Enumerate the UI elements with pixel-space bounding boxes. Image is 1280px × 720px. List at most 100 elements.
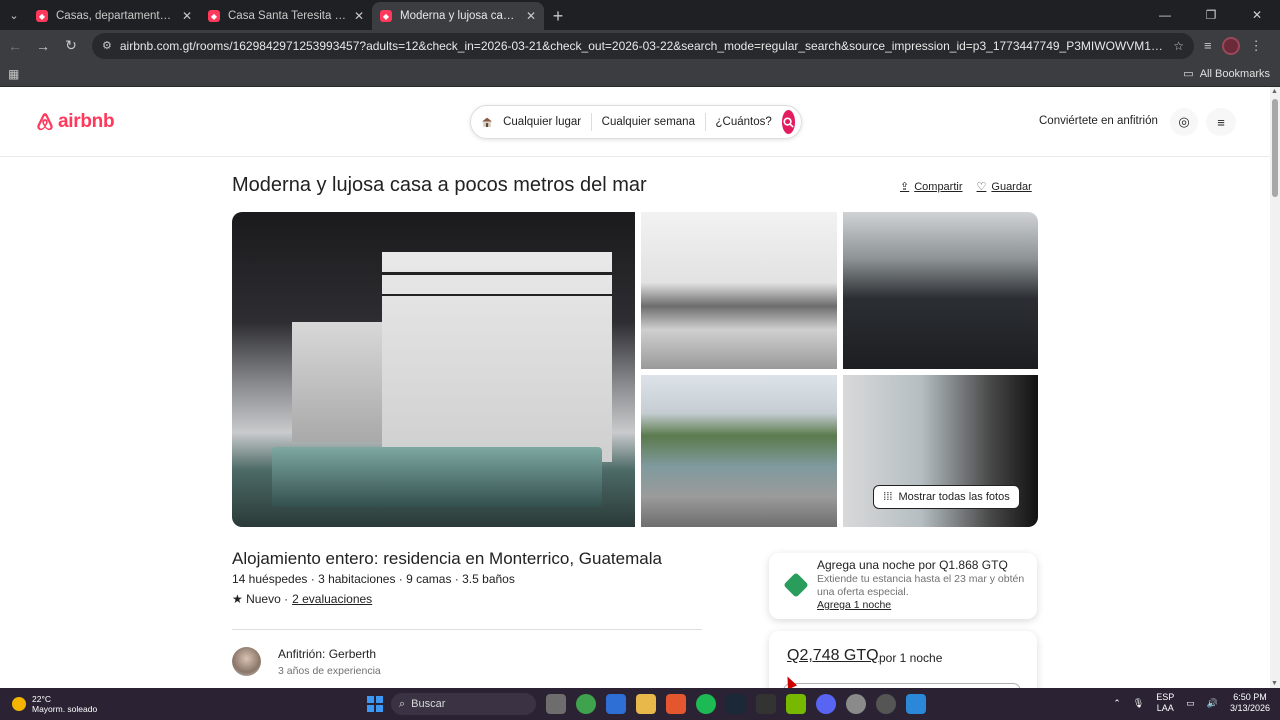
booking-card: Q2,748 GTQ por 1 noche — [769, 631, 1037, 688]
kebab-menu-icon[interactable]: ⋮ — [1250, 38, 1263, 54]
bookmark-star-icon[interactable]: ☆ — [1173, 39, 1184, 53]
search-who[interactable]: ¿Cuántos? — [706, 116, 782, 128]
restore-icon[interactable]: ❐ — [1188, 8, 1234, 22]
steam-icon[interactable] — [726, 694, 746, 714]
minimize-icon[interactable]: — — [1142, 8, 1188, 22]
promo-description: Extiende tu estancia hasta el 23 mar y o… — [817, 573, 1025, 598]
photo-dining[interactable] — [843, 212, 1038, 369]
volume-icon[interactable]: 🔊 — [1207, 698, 1218, 709]
chrome-icon[interactable] — [576, 694, 596, 714]
close-icon[interactable]: ✕ — [526, 9, 536, 23]
microphone-icon[interactable]: 🎙 — [1133, 698, 1144, 709]
scrollbar-thumb[interactable] — [1272, 99, 1278, 197]
add-night-link[interactable]: Agrega 1 noche — [817, 599, 891, 611]
app-icon[interactable] — [906, 694, 926, 714]
become-host-link[interactable]: Conviértete en anfitrión — [1039, 115, 1158, 127]
host-avatar[interactable] — [232, 647, 261, 676]
profile-avatar[interactable] — [1221, 36, 1240, 55]
start-tile — [367, 705, 374, 712]
taskbar-search-label: Buscar — [411, 698, 446, 710]
reload-icon[interactable]: ↻ — [58, 33, 84, 59]
promo-title: Agrega una noche por Q1.868 GTQ — [817, 558, 1008, 572]
show-all-photos-button[interactable]: ⁞⁞⁞ Mostrar todas las fotos — [873, 485, 1020, 509]
back-icon[interactable]: ← — [2, 33, 28, 59]
weather-condition: Mayorm. soleado — [32, 704, 98, 714]
nvidia-icon[interactable] — [786, 694, 806, 714]
scroll-down-icon[interactable]: ▼ — [1271, 680, 1278, 687]
logo-wordmark: airbnb — [58, 111, 115, 132]
photo-railing — [382, 272, 612, 296]
hamburger-menu-icon[interactable]: ≡ — [1206, 108, 1236, 136]
photo-balcony[interactable] — [641, 375, 837, 527]
spotify-icon[interactable] — [696, 694, 716, 714]
settings-icon[interactable] — [846, 694, 866, 714]
photo-pool — [272, 447, 602, 507]
start-tile — [367, 696, 374, 703]
close-icon[interactable]: ✕ — [354, 9, 364, 23]
close-icon[interactable]: ✕ — [182, 9, 192, 23]
reviews-link[interactable]: 2 evaluaciones — [292, 592, 372, 606]
date: 3/13/2026 — [1229, 703, 1270, 713]
search-when[interactable]: Cualquier semana — [592, 116, 705, 128]
tab-title: Casas, departamentos y rentas vac — [56, 10, 176, 22]
search-button[interactable] — [781, 110, 795, 134]
epic-games-icon[interactable] — [756, 694, 776, 714]
browser-tab-1[interactable]: ◆ Casas, departamentos y rentas vac ✕ — [28, 2, 200, 30]
heart-icon: ♡ — [976, 181, 987, 193]
close-window-icon[interactable]: ✕ — [1234, 8, 1280, 22]
airbnb-logo-icon — [37, 113, 53, 131]
browser-tab-2[interactable]: ◆ Casa Santa Teresita - Alojamientos ✕ — [200, 2, 372, 30]
airbnb-logo[interactable]: airbnb — [34, 110, 115, 134]
host-name: Anfitrión: Gerberth — [278, 647, 377, 661]
nightly-price[interactable]: Q2,748 GTQ — [787, 647, 879, 665]
listing-title: Moderna y lujosa casa a pocos metros del… — [232, 174, 647, 196]
save-button[interactable]: ♡ Guardar — [976, 180, 1032, 194]
github-icon[interactable] — [876, 694, 896, 714]
photos-icon[interactable] — [606, 694, 626, 714]
chevron-up-icon[interactable]: ⌃ — [1113, 698, 1121, 709]
temperature: 22°C — [32, 694, 51, 704]
grid-icon: ⁞⁞⁞ — [883, 491, 893, 503]
discord-icon[interactable] — [816, 694, 836, 714]
media-controls-icon[interactable]: ≡ — [1204, 38, 1212, 53]
tab-title: Moderna y lujosa casa a pocos me — [400, 10, 520, 22]
search-where[interactable]: Cualquier lugar — [493, 116, 591, 128]
brave-icon[interactable] — [666, 694, 686, 714]
divider — [232, 629, 702, 630]
photo-living-room[interactable] — [641, 212, 837, 369]
page-scrollbar[interactable]: ▲ ▼ — [1270, 87, 1280, 688]
share-label: Compartir — [914, 180, 963, 193]
windows-start-icon[interactable] — [367, 696, 383, 712]
host-experience: 3 años de experiencia — [278, 665, 381, 677]
scroll-up-icon[interactable]: ▲ — [1271, 88, 1278, 95]
time: 6:50 PM — [1233, 692, 1267, 702]
weather-widget[interactable]: 22°C Mayorm. soleado — [12, 694, 97, 714]
start-tile — [376, 705, 383, 712]
main-photo[interactable] — [232, 212, 635, 527]
taskbar-apps — [546, 694, 926, 714]
forward-icon[interactable]: → — [30, 33, 56, 59]
new-badge: ★ Nuevo · — [232, 592, 289, 606]
file-explorer-icon[interactable] — [636, 694, 656, 714]
search-bar[interactable]: Cualquier lugar Cualquier semana ¿Cuánto… — [470, 105, 802, 139]
network-icon[interactable]: ▭ — [1186, 698, 1195, 709]
tab-search-icon[interactable]: ⌄ — [0, 0, 28, 30]
site-info-icon[interactable]: ⚙ — [102, 39, 112, 52]
house-icon — [482, 117, 492, 127]
apps-grid-icon[interactable]: ▦ — [8, 67, 19, 81]
all-bookmarks-button[interactable]: ▭ All Bookmarks — [1183, 67, 1270, 81]
language-indicator[interactable]: ESP LAA — [1156, 692, 1174, 714]
new-tab-button[interactable]: + — [544, 2, 572, 30]
clock[interactable]: 6:50 PM 3/13/2026 — [1230, 692, 1270, 714]
per-night-label: por 1 noche — [879, 651, 943, 665]
globe-icon[interactable]: ◎ — [1170, 108, 1198, 136]
task-view-icon[interactable] — [546, 694, 566, 714]
browser-tab-3[interactable]: ◆ Moderna y lujosa casa a pocos me ✕ — [372, 2, 544, 30]
share-button[interactable]: ⇪ Compartir — [900, 180, 963, 194]
page-content: airbnb Cualquier lugar Cualquier semana … — [0, 87, 1270, 688]
url-text[interactable]: airbnb.com.gt/rooms/1629842971253993457?… — [120, 39, 1165, 53]
photo-gallery: ⁞⁞⁞ Mostrar todas las fotos — [232, 212, 1038, 527]
taskbar-search[interactable]: ⌕ Buscar — [391, 693, 536, 715]
address-bar[interactable]: ⚙ airbnb.com.gt/rooms/162984297125399345… — [92, 32, 1194, 59]
os-taskbar: 22°C Mayorm. soleado ⌕ Buscar ⌃ 🎙 ESP LA… — [0, 688, 1280, 720]
